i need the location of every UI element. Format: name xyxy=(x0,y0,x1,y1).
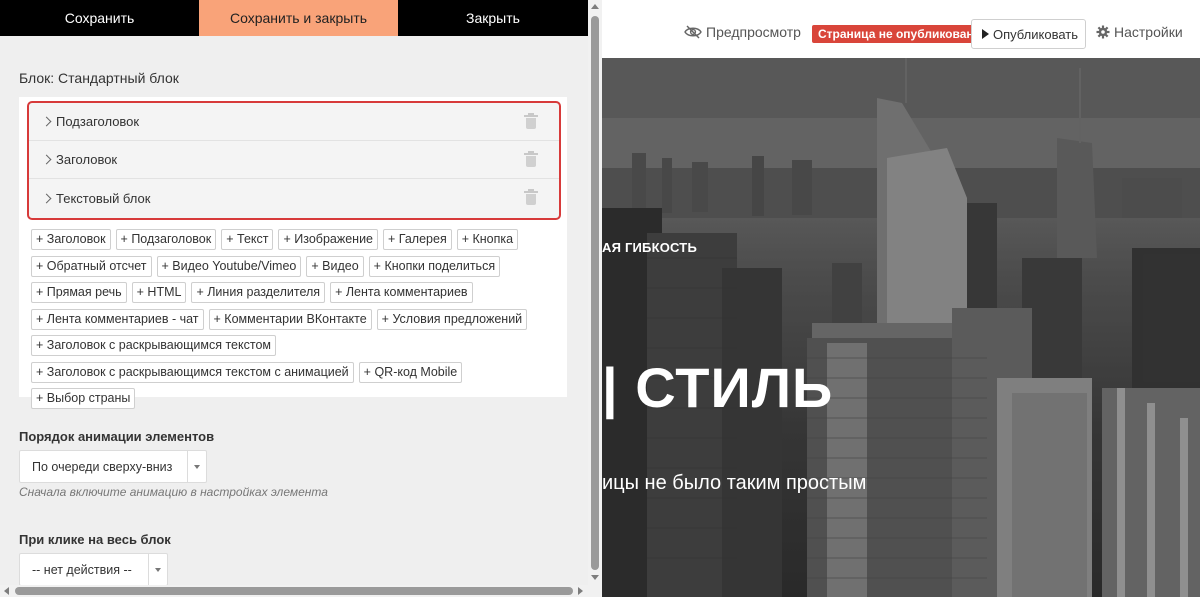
save-and-close-button[interactable]: Сохранить и закрыть xyxy=(199,0,398,36)
dropdown-toggle[interactable] xyxy=(148,554,167,585)
add-quote-button[interactable]: + Прямая речь xyxy=(31,282,127,303)
publish-button[interactable]: Опубликовать xyxy=(971,19,1086,49)
animation-order-value: По очереди сверху-вниз xyxy=(32,459,173,474)
on-click-value: -- нет действия -- xyxy=(32,562,132,577)
add-country-select-button[interactable]: + Выбор страны xyxy=(31,388,136,409)
horizontal-scrollbar[interactable] xyxy=(0,585,602,597)
add-qr-mobile-button[interactable]: + QR-код Mobile xyxy=(358,361,463,383)
element-label: Текстовый блок xyxy=(56,190,151,206)
add-element-buttons: + Заголовок + Подзаголовок + Текст + Изо… xyxy=(31,229,561,415)
add-video-button[interactable]: + Видео xyxy=(306,255,364,277)
preview-label: Предпросмотр xyxy=(706,24,801,40)
publish-label: Опубликовать xyxy=(993,26,1079,42)
trash-icon[interactable] xyxy=(524,189,538,205)
element-row-heading[interactable]: Заголовок xyxy=(29,141,559,179)
scroll-thumb[interactable] xyxy=(15,587,573,595)
add-button-button[interactable]: + Кнопка xyxy=(456,229,519,250)
trash-icon[interactable] xyxy=(524,113,538,129)
scroll-thumb[interactable] xyxy=(591,16,599,570)
chevron-down-icon xyxy=(155,568,161,572)
hero-overlay xyxy=(602,58,1200,597)
animation-order-select[interactable]: По очереди сверху-вниз xyxy=(19,450,207,483)
add-collapsible-heading-button[interactable]: + Заголовок с раскрывающимся текстом xyxy=(31,335,277,356)
add-animated-collapsible-heading-button[interactable]: + Заголовок с раскрывающимся текстом с а… xyxy=(31,361,354,383)
block-title: Блок: Стандартный блок xyxy=(19,70,179,86)
on-click-label: При клике на весь блок xyxy=(19,532,171,547)
element-label: Подзаголовок xyxy=(56,114,140,129)
play-icon xyxy=(982,29,989,39)
trash-icon[interactable] xyxy=(524,151,538,167)
status-badge: Страница не опубликована xyxy=(812,25,987,43)
add-gallery-button[interactable]: + Галерея xyxy=(383,229,452,250)
scroll-up-arrow-icon[interactable] xyxy=(591,4,599,9)
add-html-button[interactable]: + HTML xyxy=(131,282,187,303)
page-preview: Предпросмотр Страница не опубликована Оп… xyxy=(602,0,1200,597)
add-text-button[interactable]: + Текст xyxy=(221,229,274,250)
add-divider-button[interactable]: + Линия разделителя xyxy=(191,282,326,303)
element-row-subheading[interactable]: Подзаголовок xyxy=(29,103,559,141)
add-vk-comments-button[interactable]: + Комментарии ВКонтакте xyxy=(208,308,372,330)
preview-button[interactable]: Предпросмотр xyxy=(684,24,801,40)
add-comments-feed-button[interactable]: + Лента комментариев xyxy=(330,282,473,303)
scroll-down-arrow-icon[interactable] xyxy=(591,575,599,580)
add-heading-button[interactable]: + Заголовок xyxy=(31,229,111,250)
dropdown-toggle[interactable] xyxy=(187,451,206,482)
settings-label: Настройки xyxy=(1114,24,1183,40)
add-youtube-vimeo-button[interactable]: + Видео Youtube/Vimeo xyxy=(156,255,302,277)
scroll-left-arrow-icon[interactable] xyxy=(4,587,9,595)
chevron-right-icon xyxy=(41,193,52,203)
add-subheading-button[interactable]: + Подзаголовок xyxy=(115,229,217,250)
save-button[interactable]: Сохранить xyxy=(0,0,199,36)
close-button[interactable]: Закрыть xyxy=(398,0,588,36)
add-countdown-button[interactable]: + Обратный отсчет xyxy=(31,255,152,277)
element-label: Заголовок xyxy=(56,152,118,167)
editor-toolbar: Сохранить Сохранить и закрыть Закрыть xyxy=(0,0,588,36)
add-offer-terms-button[interactable]: + Условия предложений xyxy=(376,308,528,330)
hero-subtitle: АЯ ГИБКОСТЬ xyxy=(602,240,697,255)
vertical-scrollbar[interactable] xyxy=(588,0,602,585)
add-comments-chat-button[interactable]: + Лента комментариев - чат xyxy=(31,308,204,330)
hero-title: | СТИЛЬ xyxy=(602,356,834,419)
editor-panel: Сохранить Сохранить и закрыть Закрыть Бл… xyxy=(0,0,588,585)
on-click-select[interactable]: -- нет действия -- xyxy=(19,553,168,585)
preview-toolbar: Предпросмотр Страница не опубликована Оп… xyxy=(602,0,1200,58)
settings-button[interactable]: Настройки xyxy=(1096,24,1183,40)
animation-order-hint: Сначала включите анимацию в настройках э… xyxy=(19,485,328,499)
hero-description: ицы не было таким простым xyxy=(602,472,867,494)
chevron-down-icon xyxy=(194,465,200,469)
animation-order-label: Порядок анимации элементов xyxy=(19,429,215,444)
element-list: Подзаголовок Заголовок Текстовый блок xyxy=(27,101,561,220)
element-row-text-block[interactable]: Текстовый блок xyxy=(29,179,559,217)
add-image-button[interactable]: + Изображение xyxy=(278,229,378,250)
gear-icon xyxy=(1096,25,1110,39)
chevron-right-icon xyxy=(41,154,52,165)
scroll-right-arrow-icon[interactable] xyxy=(578,587,583,595)
hero-section: АЯ ГИБКОСТЬ | СТИЛЬ ицы не было таким пр… xyxy=(602,58,1200,597)
eye-slash-icon xyxy=(684,25,702,39)
chevron-right-icon xyxy=(41,116,52,127)
add-share-buttons-button[interactable]: + Кнопки поделиться xyxy=(368,255,501,277)
